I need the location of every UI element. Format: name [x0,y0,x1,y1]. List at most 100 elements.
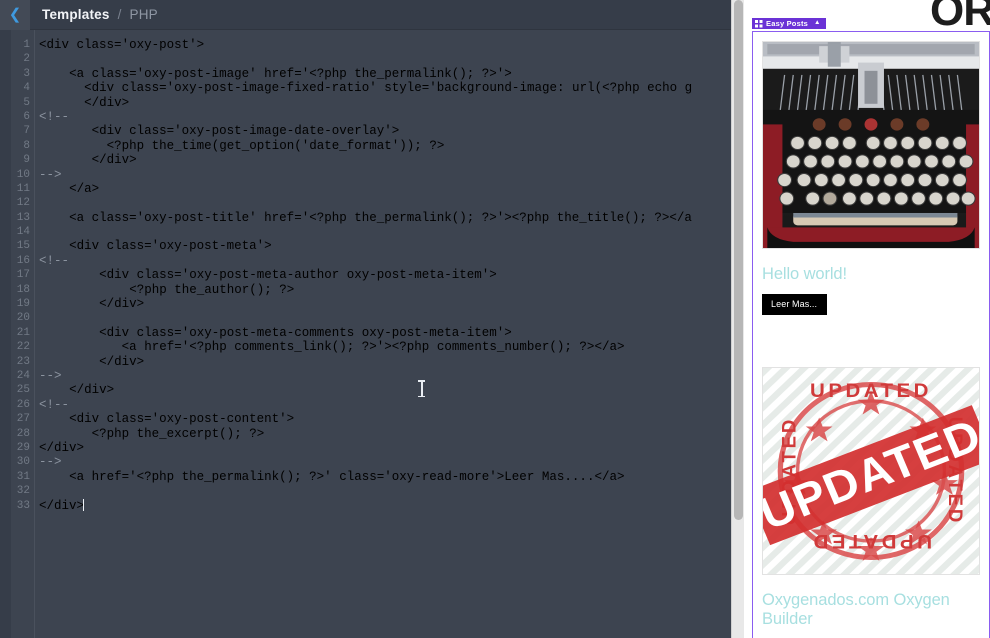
post-thumbnail-typewriter[interactable] [762,41,980,249]
editor-body[interactable]: 1234567891011121314151617181920212223242… [0,30,731,638]
code-line[interactable]: </div> [36,297,731,311]
breadcrumb-root[interactable]: Templates [42,7,110,22]
code-line[interactable]: </div> [36,96,731,110]
move-handle-icon[interactable] [755,20,762,27]
easy-posts-component: Easy Posts ▲ [752,14,990,638]
line-number: 25 [11,383,34,397]
line-number: 9 [11,153,34,167]
typewriter-image [763,42,979,248]
line-number: 17 [11,268,34,282]
line-number: 32 [11,484,34,498]
line-number: 19 [11,297,34,311]
line-number: 6 [11,110,34,124]
code-line[interactable]: <!-- [36,254,731,268]
code-editor-panel: ❮ Templates / PHP 1234567891011121314151… [0,0,731,638]
line-number: 8 [11,139,34,153]
code-area[interactable]: <div class='oxy-post'> <a class='oxy-pos… [36,30,731,638]
line-number: 11 [11,182,34,196]
breadcrumb: Templates / PHP [42,7,158,22]
line-number: 33 [11,499,34,513]
code-line[interactable]: <?php the_author(); ?> [36,283,731,297]
code-content[interactable]: <div class='oxy-post'> <a class='oxy-pos… [36,30,731,513]
oxygen-builder-screen: ❮ Templates / PHP 1234567891011121314151… [0,0,990,638]
code-line[interactable] [36,196,731,210]
line-numbers: 1234567891011121314151617181920212223242… [11,30,34,513]
chevron-left-icon: ❮ [9,7,22,22]
code-line[interactable] [36,311,731,325]
line-number: 4 [11,81,34,95]
editor-edge-strip [0,30,11,638]
code-line[interactable]: </div> [36,153,731,167]
line-number: 14 [11,225,34,239]
editor-vertical-scrollbar[interactable] [731,0,744,638]
code-line[interactable]: <div class='oxy-post'> [36,38,731,52]
line-number: 15 [11,239,34,253]
line-number: 26 [11,398,34,412]
breadcrumb-current: PHP [130,7,158,22]
post-thumbnail-updated-stamp[interactable]: UPDATED UPDATED UPDATED UPDATED UPDATED [762,367,980,575]
line-number: 7 [11,124,34,138]
line-number: 31 [11,470,34,484]
code-line[interactable]: <?php the_excerpt(); ?> [36,427,731,441]
code-line[interactable]: <!-- [36,110,731,124]
code-line[interactable]: <a class='oxy-post-title' href='<?php th… [36,211,731,225]
svg-text:UPDATED: UPDATED [810,530,932,551]
code-line[interactable]: </div> [36,355,731,369]
line-number: 1 [11,38,34,52]
line-number: 27 [11,412,34,426]
line-number: 10 [11,168,34,182]
code-line[interactable]: <div class='oxy-post-image-date-overlay'… [36,124,731,138]
code-line[interactable]: <div class='oxy-post-meta'> [36,239,731,253]
code-line[interactable]: </div> [36,441,731,455]
line-number: 18 [11,283,34,297]
code-line[interactable]: <a href='<?php comments_link(); ?>'><?ph… [36,340,731,354]
line-number: 12 [11,196,34,210]
chevron-up-icon[interactable]: ▲ [814,20,821,27]
line-number: 22 [11,340,34,354]
live-preview-panel: OR Easy Posts ▲ [744,0,990,638]
code-line[interactable] [36,52,731,66]
line-number: 23 [11,355,34,369]
read-more-button[interactable]: Leer Mas... [762,294,827,315]
code-line[interactable]: <div class='oxy-post-image-fixed-ratio' … [36,81,731,95]
code-line[interactable]: --> [36,455,731,469]
post-spacer [762,329,980,367]
line-number: 20 [11,311,34,325]
post-item: UPDATED UPDATED UPDATED UPDATED UPDATED … [762,367,980,638]
post-title[interactable]: Hello world! [762,265,980,284]
code-line[interactable]: <div class='oxy-post-content'> [36,412,731,426]
code-line[interactable]: --> [36,369,731,383]
code-line[interactable] [36,225,731,239]
breadcrumb-separator: / [118,7,122,22]
svg-text:UPDATED: UPDATED [810,380,932,401]
line-number: 5 [11,96,34,110]
line-number: 29 [11,441,34,455]
line-number: 13 [11,211,34,225]
code-line[interactable]: <div class='oxy-post-meta-author oxy-pos… [36,268,731,282]
code-line[interactable]: <div class='oxy-post-meta-comments oxy-p… [36,326,731,340]
scrollbar-thumb[interactable] [734,0,743,520]
line-number: 30 [11,455,34,469]
line-number-gutter: 1234567891011121314151617181920212223242… [11,30,35,638]
easy-posts-badge-label: Easy Posts [766,20,808,28]
code-line[interactable]: </a> [36,182,731,196]
code-line[interactable]: </div> [36,383,731,397]
line-number: 28 [11,427,34,441]
post-item: Hello world! Leer Mas... [762,41,980,315]
easy-posts-badge[interactable]: Easy Posts ▲ [752,18,826,30]
text-caret [83,499,84,511]
code-line[interactable] [36,484,731,498]
easy-posts-container: Hello world! Leer Mas... [752,31,990,638]
back-button[interactable]: ❮ [0,0,30,30]
line-number: 16 [11,254,34,268]
code-line[interactable]: <!-- [36,398,731,412]
code-line[interactable]: </div> [36,499,731,513]
post-title[interactable]: Oxygenados.com Oxygen Builder [762,591,980,629]
code-line[interactable]: <?php the_time(get_option('date_format')… [36,139,731,153]
line-number: 2 [11,52,34,66]
line-number: 3 [11,67,34,81]
code-line[interactable]: <a href='<?php the_permalink(); ?>' clas… [36,470,731,484]
code-line[interactable]: <a class='oxy-post-image' href='<?php th… [36,67,731,81]
code-line[interactable]: --> [36,168,731,182]
editor-header: ❮ Templates / PHP [0,0,731,30]
